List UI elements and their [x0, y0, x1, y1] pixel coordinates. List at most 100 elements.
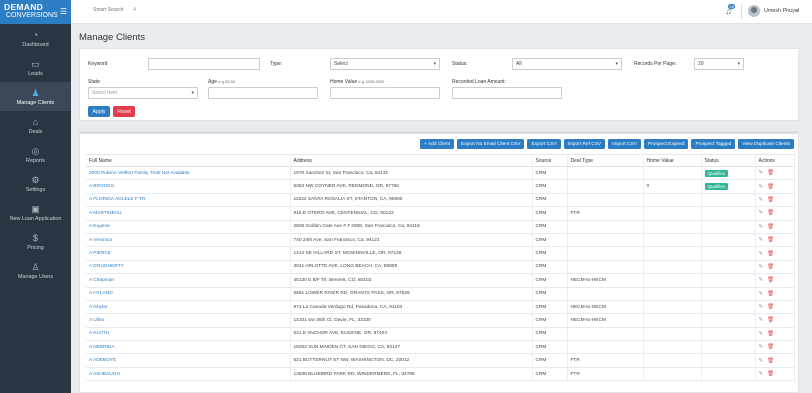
loan-amount-label: Recorded Loan Amount:: [452, 79, 506, 85]
trash-icon[interactable]: 🗑: [767, 251, 774, 257]
status-select[interactable]: All: [512, 58, 622, 70]
import-csv-button[interactable]: Import CSV: [608, 139, 641, 149]
trash-icon[interactable]: 🗑: [767, 304, 774, 310]
edit-icon[interactable]: ✎: [759, 277, 764, 283]
client-name-link[interactable]: A KLOTH: [86, 327, 291, 342]
type-select[interactable]: Select: [330, 58, 440, 70]
gear-icon: ⚙: [31, 174, 40, 185]
edit-icon[interactable]: ✎: [759, 344, 764, 350]
edit-icon[interactable]: ✎: [759, 317, 764, 323]
keyword-input[interactable]: [148, 58, 260, 70]
client-name-link[interactable]: A DOUGHERTY: [86, 260, 291, 275]
edit-icon[interactable]: ✎: [759, 304, 764, 310]
hamburger-icon[interactable]: ☰: [60, 7, 67, 16]
client-name-link[interactable]: A NEBRIDA: [86, 340, 291, 355]
home-value-input[interactable]: [330, 87, 440, 99]
edit-icon[interactable]: ✎: [759, 264, 764, 270]
sidebar-item-label: Leads: [28, 70, 43, 77]
client-name-link[interactable]: A Ullno: [86, 313, 291, 328]
edit-icon[interactable]: ✎: [759, 184, 764, 190]
edit-icon[interactable]: ✎: [759, 224, 764, 230]
edit-icon[interactable]: ✎: [759, 197, 764, 203]
sidebar-item-settings[interactable]: ⚙ Settings: [0, 169, 71, 198]
client-name-link[interactable]: 2000 Pulvino Veltfort Family Trust Not A…: [86, 166, 291, 181]
source-cell: CRM: [532, 273, 568, 288]
edit-icon[interactable]: ✎: [759, 331, 764, 337]
client-name-link[interactable]: A HYLAND: [86, 287, 291, 301]
edit-icon[interactable]: ✎: [759, 291, 764, 297]
edit-icon[interactable]: ✎: [759, 210, 764, 216]
trash-icon[interactable]: 🗑: [767, 317, 774, 323]
trash-icon[interactable]: 🗑: [767, 358, 774, 364]
export-no-email-client-csv-button[interactable]: Export No Email Client CSV: [457, 139, 525, 149]
export-csv-button[interactable]: Export CSV: [527, 139, 561, 149]
client-name-link[interactable]: A Ghylar: [86, 300, 291, 315]
trash-icon[interactable]: 🗑: [767, 264, 774, 270]
import-ref-csv-button[interactable]: Import Ref CSV: [563, 139, 606, 149]
client-name-link[interactable]: A ADEBOYE: [86, 353, 291, 368]
avatar[interactable]: [748, 5, 760, 17]
apply-button[interactable]: Apply: [88, 106, 110, 117]
edit-icon[interactable]: ✎: [759, 170, 764, 176]
trash-icon[interactable]: 🗑: [767, 224, 774, 230]
deal-type-cell: [567, 233, 644, 248]
trash-icon[interactable]: 🗑: [767, 170, 774, 176]
source-cell: CRM: [532, 287, 568, 301]
reset-button[interactable]: Reset: [113, 106, 135, 117]
add-client-button[interactable]: + Add Client: [419, 139, 454, 149]
edit-icon[interactable]: ✎: [759, 358, 764, 364]
trash-icon[interactable]: 🗑: [767, 277, 774, 283]
prospect-tagged-button[interactable]: Prospect Tagged: [691, 139, 736, 149]
trash-icon[interactable]: 🗑: [767, 291, 774, 297]
client-name-link[interactable]: A Veronica: [86, 233, 291, 248]
edit-icon[interactable]: ✎: [759, 251, 764, 257]
user-name[interactable]: Umesh Phuyal: [764, 8, 799, 14]
trash-icon[interactable]: 🗑: [767, 184, 774, 190]
home-value-label: Home Value e.g 1000-2000: [330, 79, 384, 85]
edit-icon[interactable]: ✎: [759, 371, 764, 377]
age-label: Age e.g 45-50: [208, 79, 235, 85]
users-icon: ♙: [31, 261, 40, 272]
prospect-expired-button[interactable]: Prospect Expired: [643, 139, 689, 149]
client-name-link[interactable]: A Chapman: [86, 273, 291, 288]
sidebar-item-reports[interactable]: ◎ Reports: [0, 140, 71, 169]
sidebar-item-pricing[interactable]: $ Pricing: [0, 227, 71, 256]
sidebar-item-label: New Loan Application: [9, 215, 62, 222]
trash-icon[interactable]: 🗑: [767, 344, 774, 350]
records-per-page-select[interactable]: 20: [694, 58, 744, 70]
trash-icon[interactable]: 🗑: [767, 371, 774, 377]
sidebar-item-manage-clients[interactable]: ♟ Manage Clients: [0, 82, 71, 111]
trash-icon[interactable]: 🗑: [767, 331, 774, 337]
edit-icon[interactable]: ✎: [759, 237, 764, 243]
trash-icon[interactable]: 🗑: [767, 237, 774, 243]
loan-amount-input[interactable]: [452, 87, 562, 99]
clients-table: Full Name Address Source Deal Type Home Valu…: [86, 154, 795, 382]
smart-search-input[interactable]: [93, 7, 153, 13]
deal-type-cell: [567, 193, 644, 208]
search-icon[interactable]: ⌕: [133, 6, 137, 14]
state-select[interactable]: Select Item: [88, 87, 198, 99]
client-name-link[interactable]: A Eugene: [86, 220, 291, 234]
actions-cell: ✎ 🗑: [755, 233, 795, 248]
view-duplicate-clients-button[interactable]: View Duplicate Clients: [738, 139, 794, 149]
client-name-link[interactable]: A BROOKS: [86, 179, 291, 194]
brand-logo[interactable]: DEMAND CONVERSIONS ☰: [0, 0, 71, 24]
trash-icon[interactable]: 🗑: [767, 197, 774, 203]
client-name-link[interactable]: A MARTINEAU: [86, 206, 291, 221]
client-name-link[interactable]: A ASHBAUGH: [86, 367, 291, 382]
deal-type-cell: HECM-to-HECM: [567, 273, 644, 288]
client-name-link[interactable]: A FLORIDA AOLELE F TR: [86, 193, 291, 208]
source-cell: CRM: [532, 166, 568, 181]
sidebar-item-new-loan-application[interactable]: ▣ New Loan Application: [0, 198, 71, 227]
age-input[interactable]: [208, 87, 318, 99]
sidebar-item-leads[interactable]: ▭ Leads: [0, 53, 71, 82]
client-name-link[interactable]: A PIERCE: [86, 246, 291, 261]
sidebar-item-dashboard[interactable]: ◔ Dashboard: [0, 24, 71, 53]
sidebar-item-deals[interactable]: ⌂ Deals: [0, 111, 71, 140]
trash-icon[interactable]: 🗑: [767, 210, 774, 216]
status-cell: [701, 193, 756, 208]
status-cell: [701, 287, 756, 301]
table-row: A PIERCE 1414 SE VILLARD ST, MCMINNVILLE,…: [86, 246, 795, 261]
sidebar-item-manage-users[interactable]: ♙ Manage Users: [0, 256, 71, 285]
chevron-down-icon[interactable]: ▾: [796, 8, 798, 14]
